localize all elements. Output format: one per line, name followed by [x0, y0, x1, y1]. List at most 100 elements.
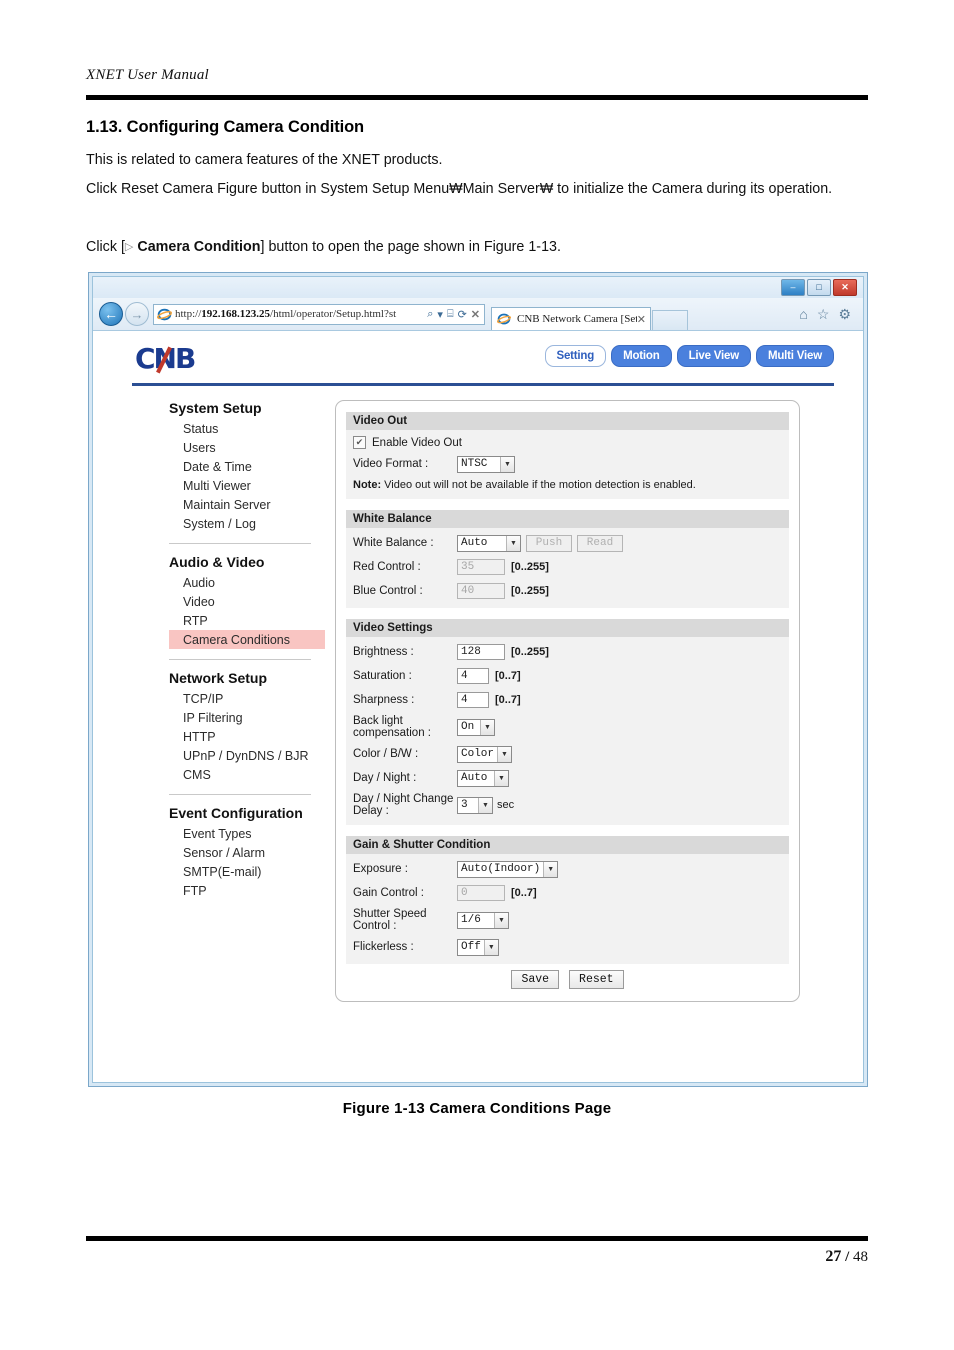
sidebar-item-http[interactable]: HTTP: [169, 727, 325, 746]
shutter-speed-row: Shutter Speed Control : 1/6 ▼: [353, 908, 782, 932]
tab-live-view[interactable]: Live View: [676, 345, 751, 367]
sidebar: System Setup Status Users Date & Time Mu…: [169, 400, 325, 1002]
shutter-speed-label: Shutter Speed Control :: [353, 908, 427, 932]
day-night-change-delay-select[interactable]: 3 ▼: [457, 796, 493, 814]
tab-motion[interactable]: Motion: [611, 345, 672, 367]
white-balance-read-button[interactable]: Read: [577, 534, 623, 552]
sidebar-item-tcpip[interactable]: TCP/IP: [169, 689, 325, 708]
section-title-video-out: Video Out: [346, 412, 789, 430]
compatibility-view-icon[interactable]: ⌸: [447, 308, 454, 321]
tab-close-icon[interactable]: ✕: [637, 313, 646, 326]
sidebar-item-ftp[interactable]: FTP: [169, 881, 325, 900]
sidebar-item-status[interactable]: Status: [169, 419, 325, 438]
site-header: CNB Setting Motion Live View Multi View: [132, 339, 834, 386]
white-balance-select[interactable]: Auto ▼: [457, 534, 521, 552]
address-bar[interactable]: http://192.168.123.25/html/operator/Setu…: [153, 303, 485, 325]
brightness-row: Brightness : 128 [0..255]: [353, 643, 782, 661]
red-control-input[interactable]: 35: [457, 559, 505, 575]
back-button[interactable]: ←: [99, 302, 123, 326]
browser-tab[interactable]: CNB Network Camera [Set... ✕: [491, 307, 651, 330]
paragraph-3-post: ] button to open the page shown in Figur…: [260, 239, 561, 255]
color-bw-label: Color / B/W :: [353, 747, 419, 760]
sidebar-group-event-configuration: Event Configuration: [169, 805, 303, 821]
enable-video-out-row: ✔ Enable Video Out: [353, 436, 782, 449]
video-format-select[interactable]: NTSC ▼: [457, 455, 515, 473]
home-icon[interactable]: ⌂: [799, 306, 807, 323]
flickerless-select[interactable]: Off ▼: [457, 938, 499, 956]
brightness-label: Brightness :: [353, 645, 414, 658]
sidebar-item-upnp-dyndns-bjr[interactable]: UPnP / DynDNS / BJR: [169, 746, 325, 765]
search-icon[interactable]: ⌕: [427, 308, 433, 321]
close-button[interactable]: ✕: [833, 279, 857, 296]
exposure-select[interactable]: Auto(Indoor) ▼: [457, 860, 559, 878]
sidebar-item-users[interactable]: Users: [169, 438, 325, 457]
sidebar-item-multi-viewer[interactable]: Multi Viewer: [169, 476, 325, 495]
chevron-down-icon: ▼: [543, 861, 558, 877]
save-button[interactable]: Save: [511, 970, 560, 989]
sidebar-item-maintain-server[interactable]: Maintain Server: [169, 495, 325, 514]
saturation-control: 4 [0..7]: [457, 668, 521, 684]
new-tab-button[interactable]: [652, 310, 688, 330]
chevron-down-icon[interactable]: ▾: [437, 308, 443, 321]
paragraph-3-pre: Click [: [86, 239, 125, 255]
tab-setting[interactable]: Setting: [544, 345, 607, 367]
day-night-value: Auto: [461, 772, 488, 784]
day-night-change-delay-unit: sec: [497, 799, 515, 811]
sidebar-item-camera-conditions[interactable]: Camera Conditions: [169, 630, 325, 649]
sidebar-item-event-types[interactable]: Event Types: [169, 824, 325, 843]
section-title-white-balance: White Balance: [346, 510, 789, 528]
shutter-speed-control: 1/6 ▼: [457, 911, 509, 929]
sharpness-range: [0..7]: [495, 694, 521, 706]
sidebar-item-date-time[interactable]: Date & Time: [169, 457, 325, 476]
blue-control-input[interactable]: 40: [457, 583, 505, 599]
favorites-star-icon[interactable]: ☆: [817, 306, 830, 323]
window-controls: – □ ✕: [781, 279, 857, 296]
blue-control-control: 40 [0..255]: [457, 583, 549, 599]
gain-control-input[interactable]: 0: [457, 885, 505, 901]
shutter-speed-select[interactable]: 1/6 ▼: [457, 911, 509, 929]
white-balance-push-button[interactable]: Push: [526, 534, 572, 552]
sidebar-item-rtp[interactable]: RTP: [169, 611, 325, 630]
tab-favicon-icon: [497, 312, 512, 327]
sidebar-item-system-log[interactable]: System / Log: [169, 514, 325, 533]
tab-multi-view[interactable]: Multi View: [755, 345, 834, 367]
address-bar-icons: ⌕ ▾ ⌸ ⟳ ✕: [427, 308, 482, 321]
flickerless-row: Flickerless : Off ▼: [353, 938, 782, 956]
sidebar-item-smtp-email[interactable]: SMTP(E-mail): [169, 862, 325, 881]
section-video-out: Video Out ✔ Enable Video Out Video Forma…: [346, 412, 789, 499]
sharpness-label: Sharpness :: [353, 693, 415, 706]
refresh-icon[interactable]: ⟳: [458, 308, 467, 321]
settings-panel: Video Out ✔ Enable Video Out Video Forma…: [335, 400, 800, 1002]
section-heading: 1.13. Configuring Camera Condition: [86, 118, 365, 136]
sidebar-item-ip-filtering[interactable]: IP Filtering: [169, 708, 325, 727]
reset-button[interactable]: Reset: [569, 970, 624, 989]
day-night-change-delay-value: 3: [461, 799, 468, 811]
brightness-input[interactable]: 128: [457, 644, 505, 660]
paragraph-3: Click [▷ Camera Condition] button to ope…: [86, 233, 868, 262]
back-light-compensation-label: Back light compensation :: [353, 715, 431, 739]
maximize-button[interactable]: □: [807, 279, 831, 296]
back-light-compensation-select[interactable]: On ▼: [457, 718, 495, 736]
page-body: System Setup Status Users Date & Time Mu…: [94, 400, 862, 1002]
figure-caption: Figure 1-13 Camera Conditions Page: [342, 1100, 612, 1117]
gain-control-control: 0 [0..7]: [457, 885, 537, 901]
sidebar-item-sensor-alarm[interactable]: Sensor / Alarm: [169, 843, 325, 862]
color-bw-select[interactable]: Color ▼: [457, 745, 513, 763]
sharpness-input[interactable]: 4: [457, 692, 489, 708]
tools-gear-icon[interactable]: ⚙: [838, 306, 851, 323]
day-night-select[interactable]: Auto ▼: [457, 769, 509, 787]
exposure-value: Auto(Indoor): [461, 863, 541, 875]
exposure-label: Exposure :: [353, 862, 408, 875]
browser-window-inner: – □ ✕ ← → http://192.168.123.25/html/ope…: [92, 276, 864, 1083]
sidebar-item-audio[interactable]: Audio: [169, 573, 325, 592]
stop-icon[interactable]: ✕: [471, 308, 480, 321]
enable-video-out-checkbox[interactable]: ✔: [353, 436, 366, 449]
forward-button[interactable]: →: [125, 302, 149, 326]
chevron-down-icon: ▼: [506, 535, 520, 551]
sidebar-item-cms[interactable]: CMS: [169, 765, 325, 784]
browser-navigation-bar: ← → http://192.168.123.25/html/operator/…: [93, 298, 863, 331]
red-control-label: Red Control :: [353, 560, 421, 573]
sidebar-item-video[interactable]: Video: [169, 592, 325, 611]
minimize-button[interactable]: –: [781, 279, 805, 296]
saturation-input[interactable]: 4: [457, 668, 489, 684]
